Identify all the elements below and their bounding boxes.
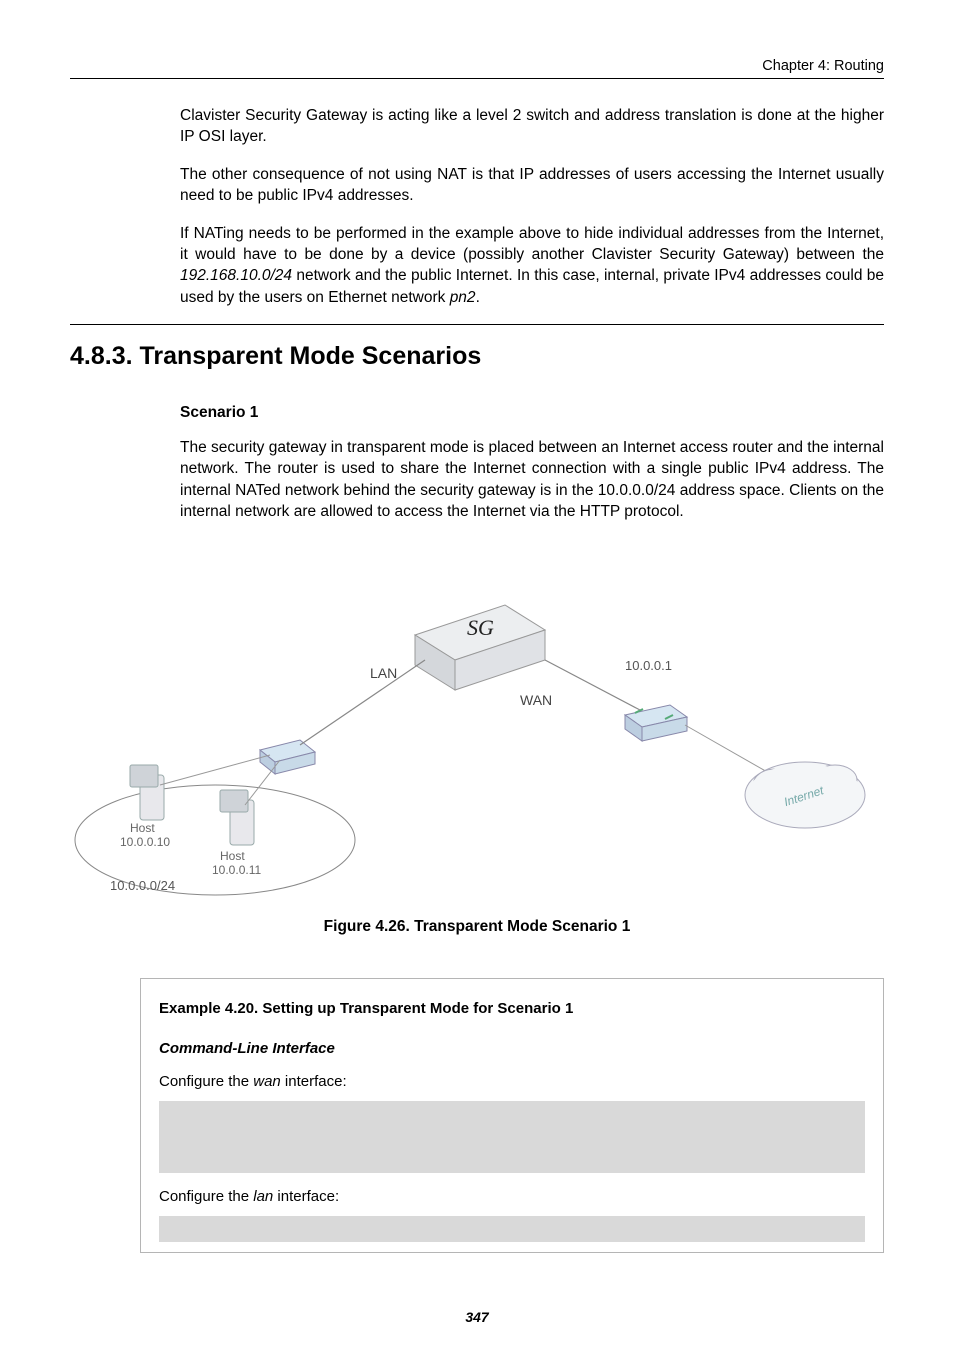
figure-hostB-label: Host bbox=[220, 849, 245, 863]
page-header: Chapter 4: Routing bbox=[70, 58, 884, 79]
section-divider: 4.8.3. Transparent Mode Scenarios bbox=[70, 324, 884, 374]
example-box: Example 4.20. Setting up Transparent Mod… bbox=[140, 978, 884, 1253]
figure-lan-label: LAN bbox=[370, 665, 397, 681]
figure: 10.0.0.0/24 Host 10.0.0.10 Host 10.0.0.1… bbox=[70, 550, 884, 937]
example-cli-heading: Command-Line Interface bbox=[159, 1039, 865, 1060]
intro-paragraph-3: If NATing needs to be performed in the e… bbox=[180, 223, 884, 309]
conf-lan-b: interface: bbox=[273, 1188, 339, 1205]
body: Clavister Security Gateway is acting lik… bbox=[180, 105, 884, 1253]
intro-paragraph-1: Clavister Security Gateway is acting lik… bbox=[180, 105, 884, 148]
figure-svg: 10.0.0.0/24 Host 10.0.0.10 Host 10.0.0.1… bbox=[70, 550, 884, 910]
chapter-title: Chapter 4: Routing bbox=[70, 58, 884, 74]
intro-p3-ip: 192.168.10.0/24 bbox=[180, 267, 292, 284]
scenario-heading: Scenario 1 bbox=[180, 402, 884, 423]
figure-hostB-ip: 10.0.0.11 bbox=[212, 863, 261, 877]
conf-wan-a: Configure the bbox=[159, 1073, 253, 1090]
intro-paragraph-2: The other consequence of not using NAT i… bbox=[180, 164, 884, 207]
figure-wan-label: WAN bbox=[520, 692, 552, 708]
example-title: Example 4.20. Setting up Transparent Mod… bbox=[159, 999, 865, 1020]
code-block-wan bbox=[159, 1101, 865, 1173]
figure-network-label: 10.0.0.0/24 bbox=[110, 878, 175, 893]
section-title: 4.8.3. Transparent Mode Scenarios bbox=[70, 339, 884, 374]
conf-lan-a: Configure the bbox=[159, 1188, 253, 1205]
example-conf-wan: Configure the wan interface: bbox=[159, 1072, 865, 1093]
figure-hostA-label: Host bbox=[130, 821, 155, 835]
intro-p3-a: If NATing needs to be performed in the e… bbox=[180, 225, 884, 263]
figure-hostA-ip: 10.0.0.10 bbox=[120, 835, 170, 849]
conf-lan-i: lan bbox=[253, 1188, 273, 1205]
figure-caption: Figure 4.26. Transparent Mode Scenario 1 bbox=[70, 916, 884, 937]
page-number: 347 bbox=[0, 1309, 954, 1325]
conf-wan-i: wan bbox=[253, 1073, 281, 1090]
intro-p3-pn: pn2 bbox=[450, 289, 476, 306]
figure-sg-label: SG bbox=[467, 615, 494, 640]
page: Chapter 4: Routing Clavister Security Ga… bbox=[0, 0, 954, 1351]
conf-wan-b: interface: bbox=[281, 1073, 347, 1090]
code-block-lan bbox=[159, 1216, 865, 1242]
example-conf-lan: Configure the lan interface: bbox=[159, 1187, 865, 1208]
figure-router-ip: 10.0.0.1 bbox=[625, 658, 672, 673]
intro-p3-c: . bbox=[476, 289, 480, 306]
scenario-text: The security gateway in transparent mode… bbox=[180, 437, 884, 523]
